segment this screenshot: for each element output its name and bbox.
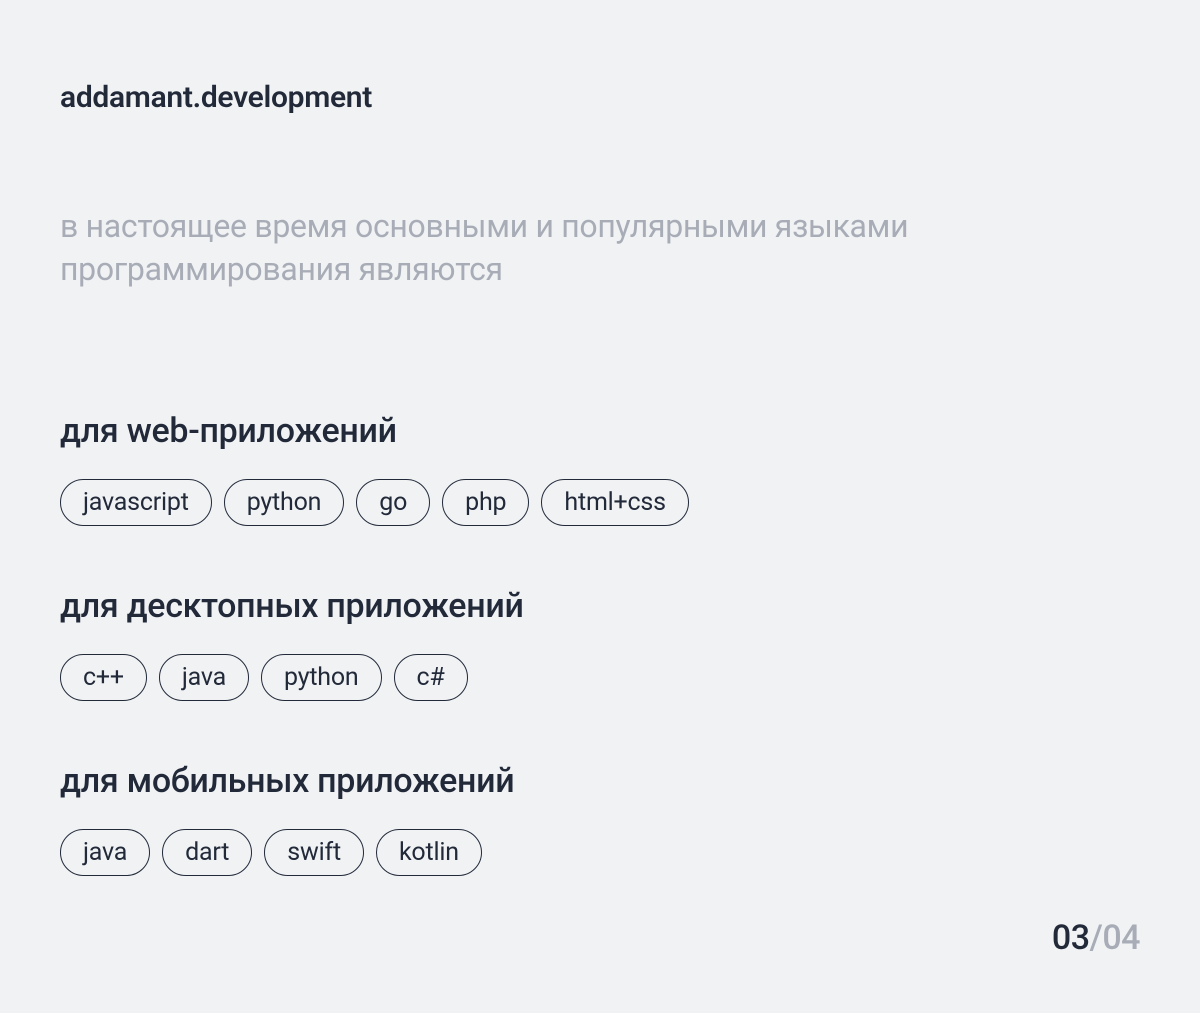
category-title: для web-приложений [60,411,1140,451]
page-separator: / [1090,918,1103,958]
tag: python [261,654,382,701]
tag: python [224,479,345,526]
category-title: для десктопных приложений [60,586,1140,626]
category-desktop: для десктопных приложений c++ java pytho… [60,586,1140,701]
tag: go [356,479,430,526]
tag-row: c++ java python c# [60,654,1140,701]
tag-row: javascript python go php html+css [60,479,1140,526]
tag: kotlin [376,829,482,876]
tag: php [442,479,529,526]
tag: swift [264,829,364,876]
page-current: 03 [1052,918,1090,958]
tag: dart [162,829,252,876]
page-title: addamant.development [60,80,1140,115]
category-title: для мобильных приложений [60,761,1140,801]
category-mobile: для мобильных приложений java dart swift… [60,761,1140,876]
page-total: 04 [1102,918,1140,958]
tag: javascript [60,479,212,526]
tag: java [159,654,249,701]
tag: java [60,829,150,876]
category-web: для web-приложений javascript python go … [60,411,1140,526]
page-subtitle: в настоящее время основными и популярным… [60,205,1060,291]
tag-row: java dart swift kotlin [60,829,1140,876]
tag: c# [394,654,468,701]
pagination: 03/04 [1052,918,1140,958]
tag: c++ [60,654,147,701]
tag: html+css [541,479,688,526]
